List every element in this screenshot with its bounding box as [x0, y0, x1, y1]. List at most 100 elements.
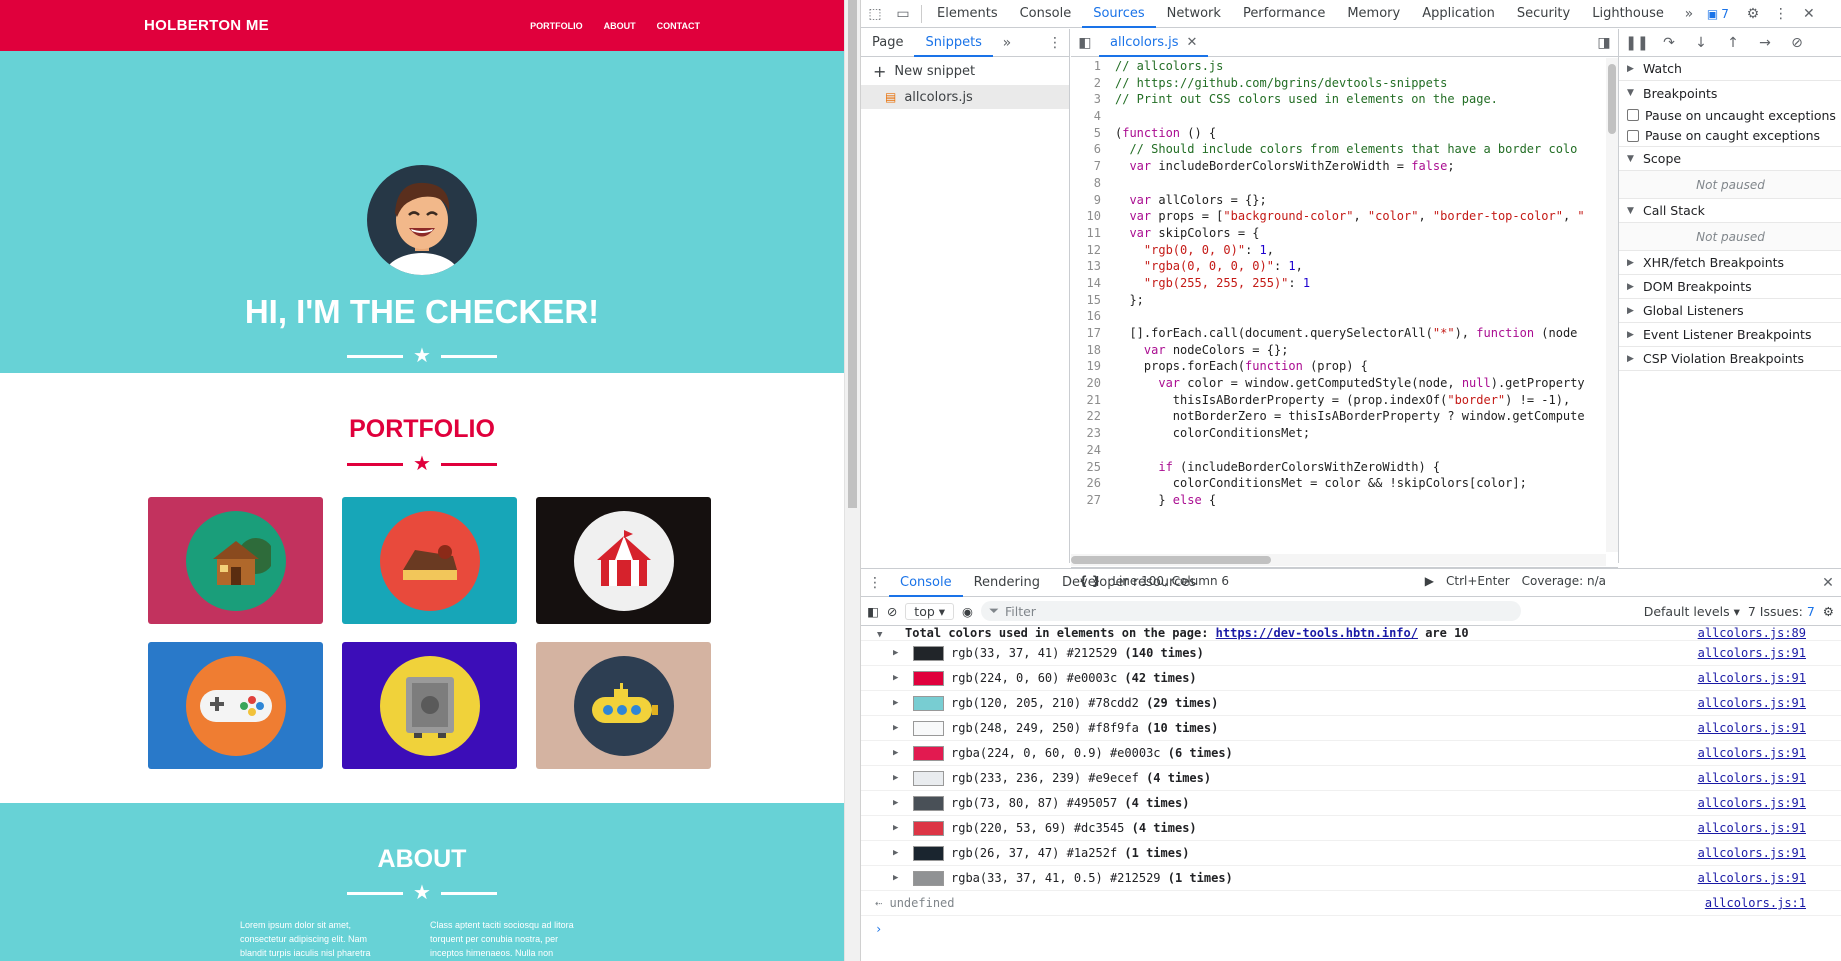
line-number[interactable]: 27: [1071, 492, 1115, 509]
code-line[interactable]: 24: [1071, 442, 1618, 459]
nav-link-about[interactable]: ABOUT: [604, 21, 636, 31]
console-log-row[interactable]: ▶ rgba(224, 0, 60, 0.9) #e0003c (6 times)…: [861, 741, 1841, 766]
nav-link-contact[interactable]: CONTACT: [657, 21, 700, 31]
device-toolbar-icon[interactable]: ▭: [889, 0, 917, 28]
line-number[interactable]: 5: [1071, 125, 1115, 142]
line-number[interactable]: 7: [1071, 158, 1115, 175]
console-log-row[interactable]: ▶ rgba(33, 37, 41, 0.5) #212529 (1 times)…: [861, 866, 1841, 891]
line-number[interactable]: 1: [1071, 58, 1115, 75]
console-log-row[interactable]: ▶ rgb(233, 236, 239) #e9ecef (4 times) all…: [861, 766, 1841, 791]
source-link[interactable]: allcolors.js:91: [1698, 796, 1806, 810]
tab-console[interactable]: Console: [889, 569, 963, 597]
line-number[interactable]: 9: [1071, 192, 1115, 209]
code-line[interactable]: 22 notBorderZero = thisIsABorderProperty…: [1071, 408, 1618, 425]
deactivate-breakpoints-icon[interactable]: ⊘: [1783, 29, 1811, 57]
expand-arrow-icon[interactable]: ▶: [893, 848, 898, 858]
code-line[interactable]: 19 props.forEach(function (prop) {: [1071, 358, 1618, 375]
expand-arrow-icon[interactable]: ▶: [893, 873, 898, 883]
line-number[interactable]: 11: [1071, 225, 1115, 242]
code-line[interactable]: 25 if (includeBorderColorsWithZeroWidth)…: [1071, 459, 1618, 476]
section-watch[interactable]: ▶ Watch: [1619, 57, 1841, 81]
toggle-debugger-icon[interactable]: ◨: [1590, 29, 1618, 57]
source-link[interactable]: allcolors.js:91: [1698, 871, 1806, 885]
more-tabs-icon[interactable]: »: [1675, 0, 1703, 28]
tab-console[interactable]: Console: [1009, 0, 1083, 28]
close-devtools-icon[interactable]: ✕: [1795, 0, 1823, 28]
line-number[interactable]: 3: [1071, 91, 1115, 108]
code-line[interactable]: 18 var nodeColors = {};: [1071, 342, 1618, 359]
console-log-row[interactable]: ▶ rgb(224, 0, 60) #e0003c (42 times) allco…: [861, 666, 1841, 691]
snippet-item-allcolors[interactable]: ▤ allcolors.js: [861, 85, 1069, 109]
pause-uncaught-checkbox[interactable]: Pause on uncaught exceptions: [1619, 105, 1841, 125]
section-breakpoints[interactable]: ▼ Breakpoints: [1619, 81, 1841, 105]
site-brand[interactable]: HOLBERTON ME: [144, 17, 269, 34]
console-filter-input[interactable]: ⏷ Filter: [980, 601, 1521, 621]
code-line[interactable]: 7 var includeBorderColorsWithZeroWidth =…: [1071, 158, 1618, 175]
tab-performance[interactable]: Performance: [1232, 0, 1336, 28]
code-line[interactable]: 4: [1071, 108, 1618, 125]
code-line[interactable]: 12 "rgb(0, 0, 0)": 1,: [1071, 242, 1618, 259]
portfolio-tile[interactable]: [342, 642, 517, 769]
line-number[interactable]: 12: [1071, 242, 1115, 259]
code-line[interactable]: 14 "rgb(255, 255, 255)": 1: [1071, 275, 1618, 292]
expand-arrow-icon[interactable]: ▶: [893, 723, 898, 733]
console-prompt[interactable]: ›: [861, 916, 1841, 941]
line-number[interactable]: 26: [1071, 475, 1115, 492]
code-line[interactable]: 15 };: [1071, 292, 1618, 309]
tab-lighthouse[interactable]: Lighthouse: [1581, 0, 1675, 28]
more-navigator-tabs-icon[interactable]: »: [993, 29, 1021, 57]
new-snippet-button[interactable]: + New snippet: [861, 57, 1069, 85]
section-dom-breakpoints[interactable]: ▶ DOM Breakpoints: [1619, 275, 1841, 299]
navigator-menu-icon[interactable]: ⋮: [1041, 29, 1069, 57]
source-link[interactable]: allcolors.js:91: [1698, 646, 1806, 660]
code-content[interactable]: 1// allcolors.js 2// https://github.com/b…: [1071, 58, 1618, 552]
issues-counter[interactable]: ▣ 7: [1703, 7, 1733, 21]
toggle-navigator-icon[interactable]: ◧: [1071, 29, 1099, 57]
context-selector[interactable]: top ▾: [905, 602, 955, 620]
code-line[interactable]: 23 colorConditionsMet;: [1071, 425, 1618, 442]
expand-arrow-icon[interactable]: ▶: [893, 648, 898, 658]
code-line[interactable]: 21 thisIsABorderProperty = (prop.indexOf…: [1071, 392, 1618, 409]
console-sidebar-icon[interactable]: ◧: [867, 604, 879, 619]
line-number[interactable]: 21: [1071, 392, 1115, 409]
page-scrollbar-thumb[interactable]: [848, 0, 857, 508]
console-group-header[interactable]: ▼ Total colors used in elements on the p…: [861, 627, 1841, 641]
line-number[interactable]: 4: [1071, 108, 1115, 125]
code-line[interactable]: 20 var color = window.getComputedStyle(n…: [1071, 375, 1618, 392]
source-link[interactable]: allcolors.js:1: [1705, 896, 1806, 910]
tab-rendering[interactable]: Rendering: [963, 569, 1051, 597]
source-link[interactable]: allcolors.js:91: [1698, 696, 1806, 710]
portfolio-tile[interactable]: [148, 497, 323, 624]
line-number[interactable]: 19: [1071, 358, 1115, 375]
console-url-link[interactable]: https://dev-tools.hbtn.info/: [1216, 627, 1418, 640]
code-line[interactable]: 5 (function () {: [1071, 125, 1618, 142]
portfolio-tile[interactable]: [342, 497, 517, 624]
console-settings-icon[interactable]: ⚙: [1823, 604, 1834, 619]
portfolio-tile[interactable]: [536, 642, 711, 769]
source-link[interactable]: allcolors.js:89: [1698, 627, 1806, 640]
issues-link[interactable]: 7 Issues: 7: [1748, 604, 1815, 619]
line-number[interactable]: 23: [1071, 425, 1115, 442]
line-number[interactable]: 10: [1071, 208, 1115, 225]
console-log-row[interactable]: ▶ rgb(26, 37, 47) #1a252f (1 times) allcol…: [861, 841, 1841, 866]
source-link[interactable]: allcolors.js:91: [1698, 771, 1806, 785]
section-call-stack[interactable]: ▼ Call Stack: [1619, 199, 1841, 223]
code-line[interactable]: 16: [1071, 308, 1618, 325]
line-number[interactable]: 8: [1071, 175, 1115, 192]
section-event-listener-breakpoints[interactable]: ▶ Event Listener Breakpoints: [1619, 323, 1841, 347]
code-line[interactable]: 1// allcolors.js: [1071, 58, 1618, 75]
close-drawer-icon[interactable]: ✕: [1814, 569, 1841, 597]
drawer-menu-icon[interactable]: ⋮: [861, 569, 889, 597]
code-line[interactable]: 9 var allColors = {};: [1071, 192, 1618, 209]
tab-developer-resources[interactable]: Developer resources: [1051, 569, 1207, 597]
code-line[interactable]: 26 colorConditionsMet = color && !skipCo…: [1071, 475, 1618, 492]
more-options-icon[interactable]: ⋮: [1767, 0, 1795, 28]
code-line[interactable]: 17 [].forEach.call(document.querySelecto…: [1071, 325, 1618, 342]
console-log-row[interactable]: ▶ rgb(73, 80, 87) #495057 (4 times) allcol…: [861, 791, 1841, 816]
line-number[interactable]: 20: [1071, 375, 1115, 392]
pause-caught-checkbox[interactable]: Pause on caught exceptions: [1619, 125, 1841, 147]
settings-gear-icon[interactable]: ⚙: [1739, 0, 1767, 28]
step-icon[interactable]: →: [1751, 29, 1779, 57]
line-number[interactable]: 22: [1071, 408, 1115, 425]
code-line[interactable]: 8: [1071, 175, 1618, 192]
